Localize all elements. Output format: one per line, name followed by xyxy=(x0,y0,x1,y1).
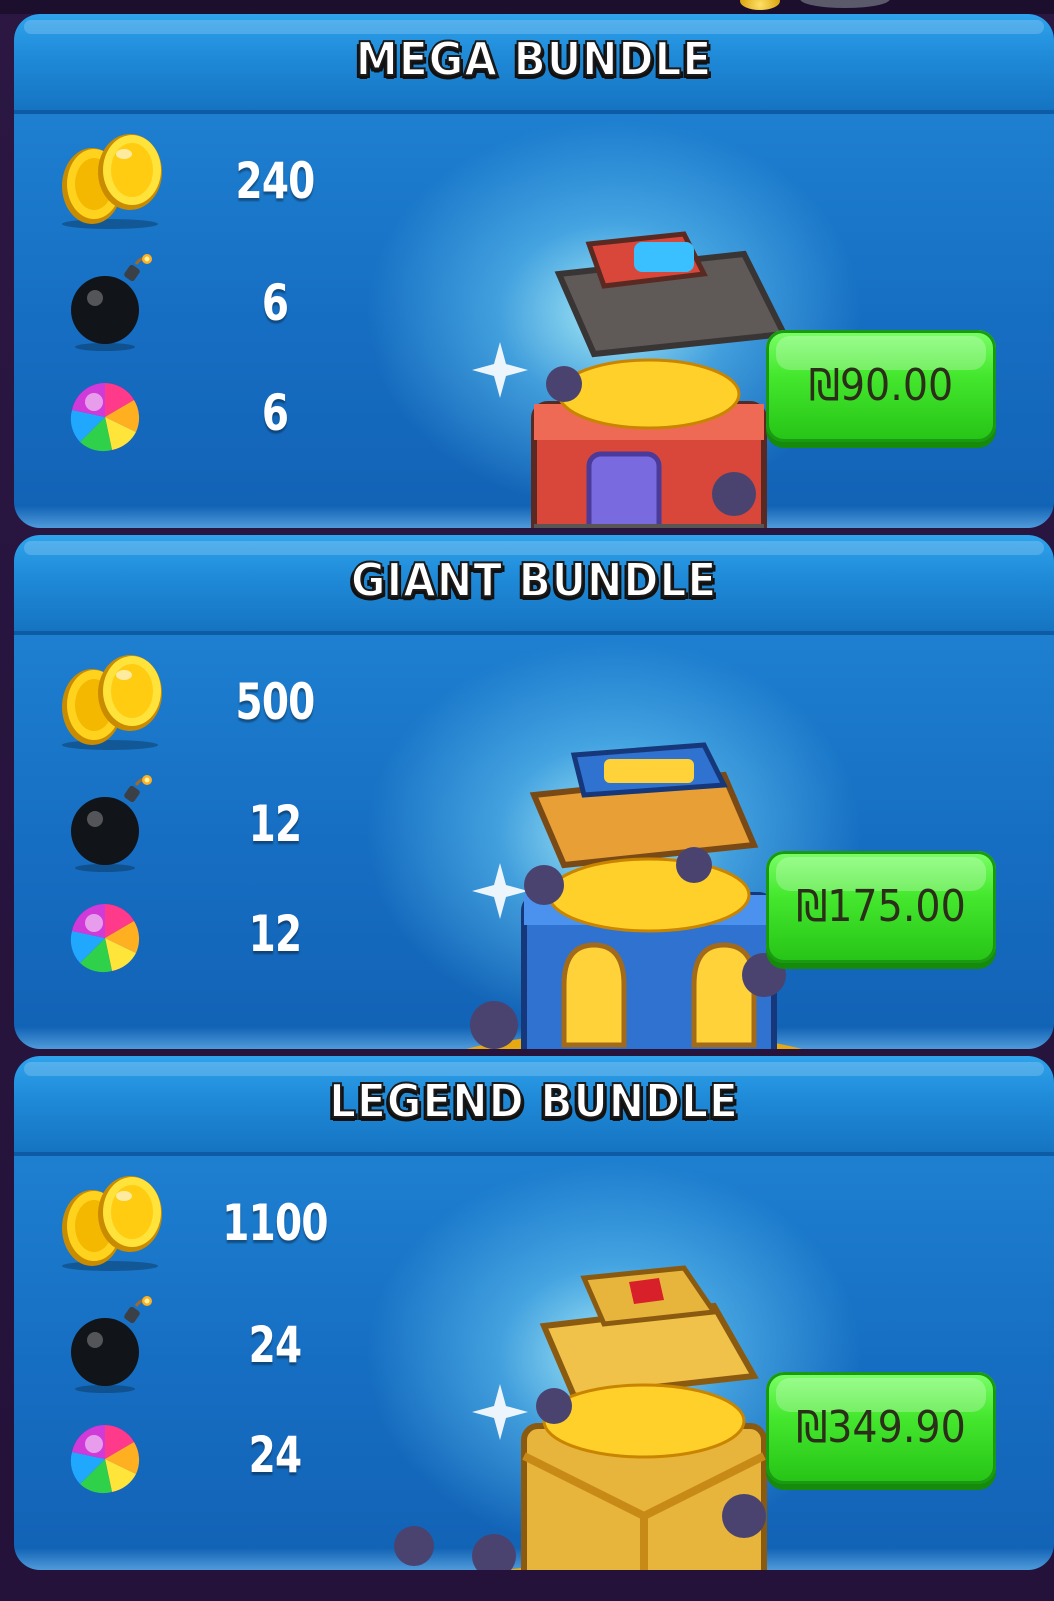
bomb-icon xyxy=(71,254,152,351)
bundle-body: 500 12 12 ₪175.00 xyxy=(14,635,1054,1049)
reward-row-coins: 240 xyxy=(50,130,330,230)
price-label: ₪90.00 xyxy=(808,360,954,411)
price-label: ₪349.90 xyxy=(796,1402,966,1453)
bundle-card-mega: MEGA BUNDLE 240 6 6 ₪90.00 xyxy=(14,14,1054,528)
bomb-amount: 24 xyxy=(248,1316,303,1374)
rainbow-candy-icon xyxy=(70,1425,140,1494)
bundle-title: MEGA BUNDLE xyxy=(355,31,713,87)
bundle-card-legend: LEGEND BUNDLE 1100 24 24 ₪349.90 xyxy=(14,1056,1054,1570)
bundle-title: LEGEND BUNDLE xyxy=(328,1073,739,1129)
bundle-header: GIANT BUNDLE xyxy=(14,535,1054,635)
buy-button[interactable]: ₪175.00 xyxy=(766,851,996,963)
rainbow-amount: 24 xyxy=(248,1426,303,1484)
bundle-header: LEGEND BUNDLE xyxy=(14,1056,1054,1156)
bundle-header: MEGA BUNDLE xyxy=(14,14,1054,114)
coin-amount: 240 xyxy=(235,152,315,210)
bomb-amount: 6 xyxy=(261,274,289,332)
reward-row-coins: 500 xyxy=(50,651,330,751)
top-strip xyxy=(0,0,1054,14)
sparkle-icon xyxy=(472,863,528,919)
bundle-shop-screen: MEGA BUNDLE 240 6 6 ₪90.00 GIANT BUNDLE … xyxy=(0,0,1054,1601)
coin-icon xyxy=(62,134,162,229)
price-label: ₪175.00 xyxy=(796,881,966,932)
bundle-title: GIANT BUNDLE xyxy=(350,552,718,608)
reward-row-bombs: 6 xyxy=(50,252,330,352)
rainbow-candy-icon xyxy=(70,383,140,452)
rainbow-amount: 6 xyxy=(261,384,289,442)
coin-icon xyxy=(62,655,162,750)
rainbow-candy-icon xyxy=(70,904,140,973)
coin-amount: 500 xyxy=(235,673,315,731)
coin-amount: 1100 xyxy=(222,1194,328,1252)
bundle-card-giant: GIANT BUNDLE 500 12 12 ₪175.00 xyxy=(14,535,1054,1049)
reward-row-rainbows: 12 xyxy=(50,883,330,983)
reward-row-rainbows: 6 xyxy=(50,362,330,462)
bomb-amount: 12 xyxy=(248,795,303,853)
reward-row-rainbows: 24 xyxy=(50,1404,330,1504)
rainbow-amount: 12 xyxy=(248,905,303,963)
reward-row-bombs: 12 xyxy=(50,773,330,873)
bomb-icon xyxy=(71,1296,152,1393)
bundle-body: 1100 24 24 ₪349.90 xyxy=(14,1156,1054,1570)
bundle-body: 240 6 6 ₪90.00 xyxy=(14,114,1054,528)
bomb-icon xyxy=(71,775,152,872)
coin-icon xyxy=(62,1176,162,1271)
sparkle-icon xyxy=(472,1384,528,1440)
reward-row-coins: 1100 xyxy=(50,1172,330,1272)
buy-button[interactable]: ₪90.00 xyxy=(766,330,996,442)
reward-row-bombs: 24 xyxy=(50,1294,330,1394)
buy-button[interactable]: ₪349.90 xyxy=(766,1372,996,1484)
